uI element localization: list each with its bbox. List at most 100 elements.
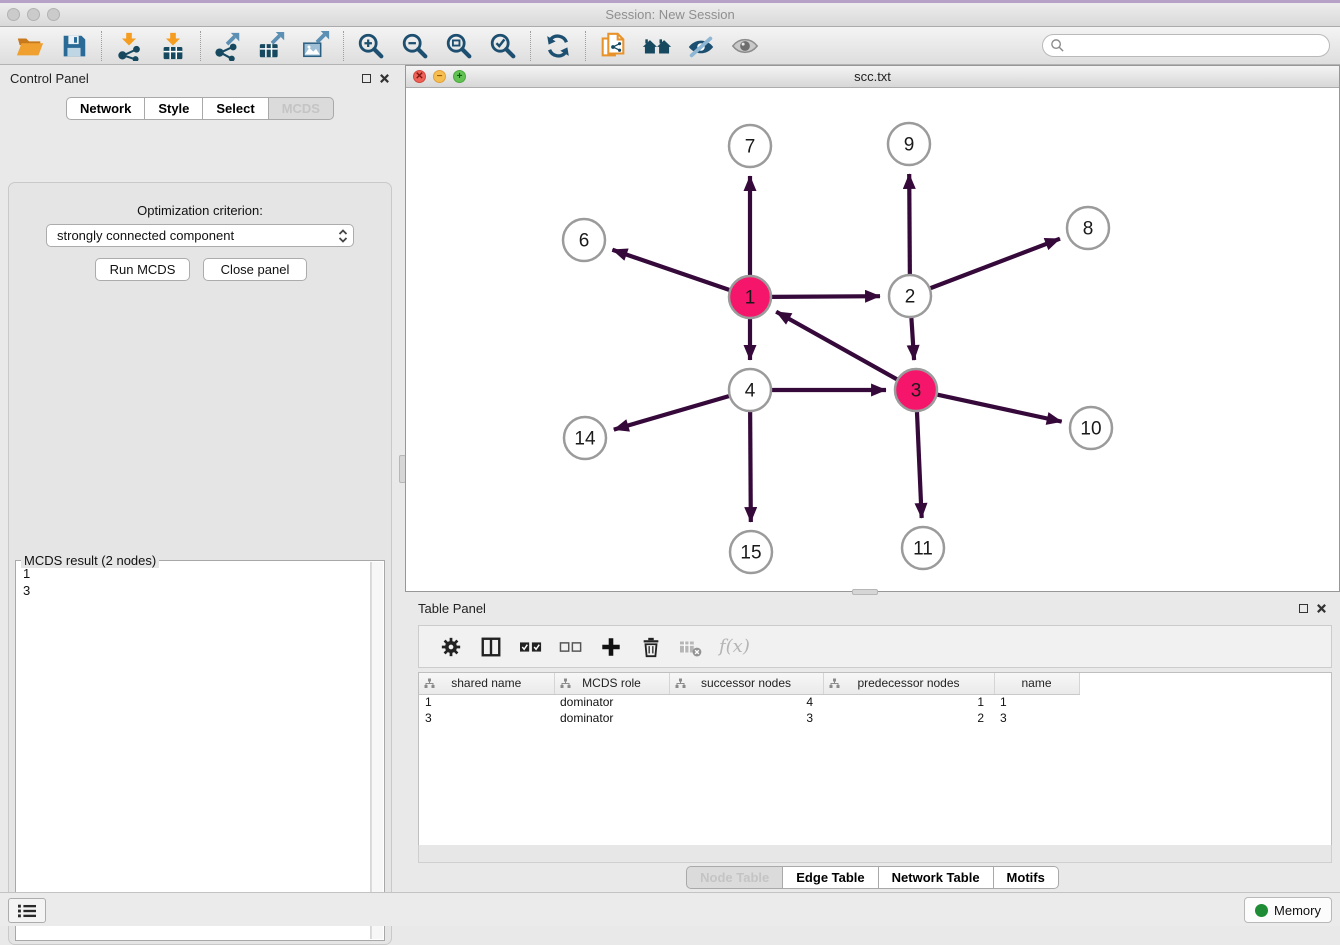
app-title: Session: New Session (0, 7, 1340, 22)
edge-1-6[interactable] (612, 250, 729, 290)
cell-predecessor-nodes[interactable]: 1 (823, 694, 994, 710)
export-table-icon[interactable] (257, 31, 287, 61)
delete-column-icon[interactable] (639, 635, 663, 659)
edge-3-11[interactable] (917, 412, 922, 518)
node-label-8: 8 (1083, 219, 1094, 240)
status-bar: Memory (0, 892, 1340, 926)
settings-gear-icon[interactable] (439, 635, 463, 659)
toolbar-separator (585, 31, 586, 61)
run-mcds-button[interactable]: Run MCDS (95, 258, 190, 281)
column-header-filler (1079, 673, 1331, 694)
table-panel: Table Panel f(x) shared nameMCDS rolesuc… (405, 595, 1340, 890)
node-label-6: 6 (579, 231, 590, 252)
refresh-icon[interactable] (543, 31, 573, 61)
import-network-icon[interactable] (114, 31, 144, 61)
control-panel-tabs: NetworkStyleSelectMCDS (0, 97, 400, 120)
node-label-11: 11 (913, 539, 933, 560)
deselect-all-icon[interactable] (559, 635, 583, 659)
save-icon[interactable] (59, 31, 89, 61)
close-panel-icon[interactable] (379, 73, 390, 84)
delete-table-icon (679, 635, 703, 659)
select-all-icon[interactable] (519, 635, 543, 659)
edge-2-3[interactable] (911, 318, 914, 360)
float-panel-icon[interactable] (1299, 604, 1308, 613)
clone-network-icon[interactable] (598, 31, 628, 61)
toolbar-separator (343, 31, 344, 61)
export-image-icon[interactable] (301, 31, 331, 61)
float-panel-icon[interactable] (362, 74, 371, 83)
import-table-icon[interactable] (158, 31, 188, 61)
hide-eye-icon[interactable] (686, 31, 716, 61)
column-header-predecessor-nodes[interactable]: predecessor nodes (823, 673, 994, 694)
main-toolbar (0, 27, 1340, 65)
node-label-14: 14 (574, 429, 596, 450)
column-header-name[interactable]: name (994, 673, 1079, 694)
export-network-icon[interactable] (213, 31, 243, 61)
node-label-15: 15 (740, 543, 761, 564)
cell-successor-nodes[interactable]: 4 (669, 694, 823, 710)
tab-edge-table[interactable]: Edge Table (783, 866, 878, 889)
result-scrollbar[interactable] (371, 562, 383, 939)
edge-3-10[interactable] (937, 395, 1061, 422)
control-panel-header: Control Panel (0, 65, 400, 91)
edge-4-15[interactable] (750, 412, 751, 522)
column-header-successor-nodes[interactable]: successor nodes (669, 673, 823, 694)
edge-4-14[interactable] (614, 396, 729, 429)
table-toolbar: f(x) (418, 625, 1332, 668)
add-column-icon[interactable] (599, 635, 623, 659)
zoom-fit-icon[interactable] (444, 31, 474, 61)
search-field-wrap (1042, 34, 1330, 57)
show-eye-icon[interactable] (730, 31, 760, 61)
mcds-result-text[interactable]: 1 3 (17, 562, 371, 939)
cell-shared-name[interactable]: 1 (419, 694, 554, 710)
task-history-button[interactable] (8, 898, 46, 923)
memory-label: Memory (1274, 903, 1321, 918)
cell-name[interactable]: 1 (994, 694, 1079, 710)
cell-shared-name[interactable]: 3 (419, 710, 554, 726)
optimization-criterion-label: Optimization criterion: (9, 203, 391, 218)
show-columns-icon[interactable] (479, 635, 503, 659)
search-input[interactable] (1042, 34, 1330, 57)
edge-2-8[interactable] (931, 239, 1060, 288)
column-header-MCDS-role[interactable]: MCDS role (554, 673, 669, 694)
tab-select[interactable]: Select (203, 97, 268, 120)
zoom-out-icon[interactable] (400, 31, 430, 61)
criterion-select[interactable]: strongly connected component (46, 224, 354, 247)
node-label-3: 3 (911, 381, 922, 402)
network-window-titlebar[interactable]: ✕ − + scc.txt (406, 66, 1339, 88)
memory-button[interactable]: Memory (1244, 897, 1332, 923)
criterion-value: strongly connected component (57, 228, 234, 243)
table-hscrollbar[interactable] (418, 845, 1332, 863)
tab-network[interactable]: Network (66, 97, 145, 120)
edge-3-1[interactable] (776, 312, 897, 380)
table-row[interactable]: 1dominator411 (419, 694, 1331, 710)
node-table: shared nameMCDS rolesuccessor nodesprede… (418, 672, 1332, 858)
zoom-selected-icon[interactable] (488, 31, 518, 61)
tab-style[interactable]: Style (145, 97, 203, 120)
tab-motifs[interactable]: Motifs (994, 866, 1059, 889)
cell-successor-nodes[interactable]: 3 (669, 710, 823, 726)
zoom-in-icon[interactable] (356, 31, 386, 61)
cell-MCDS-role[interactable]: dominator (554, 694, 669, 710)
close-panel-button[interactable]: Close panel (203, 258, 307, 281)
tab-mcds[interactable]: MCDS (269, 97, 334, 120)
cell-name[interactable]: 3 (994, 710, 1079, 726)
open-folder-icon[interactable] (15, 31, 45, 61)
column-header-shared-name[interactable]: shared name (419, 673, 554, 694)
cell-predecessor-nodes[interactable]: 2 (823, 710, 994, 726)
node-label-1: 1 (745, 288, 756, 309)
tab-node-table[interactable]: Node Table (686, 866, 783, 889)
edge-1-2[interactable] (772, 296, 880, 297)
cell-MCDS-role[interactable]: dominator (554, 710, 669, 726)
cell-filler (1079, 710, 1331, 726)
home-icon[interactable] (642, 31, 672, 61)
table-row[interactable]: 3dominator323 (419, 710, 1331, 726)
memory-status-icon (1255, 904, 1268, 917)
control-panel: Control Panel NetworkStyleSelectMCDS Opt… (0, 65, 400, 890)
search-icon (1050, 38, 1065, 53)
tab-network-table[interactable]: Network Table (879, 866, 994, 889)
select-stepper-icon (338, 229, 348, 243)
close-panel-icon[interactable] (1316, 603, 1327, 614)
edge-2-9[interactable] (909, 174, 910, 274)
network-graph-canvas[interactable]: 7968124314101511 (406, 88, 1339, 591)
